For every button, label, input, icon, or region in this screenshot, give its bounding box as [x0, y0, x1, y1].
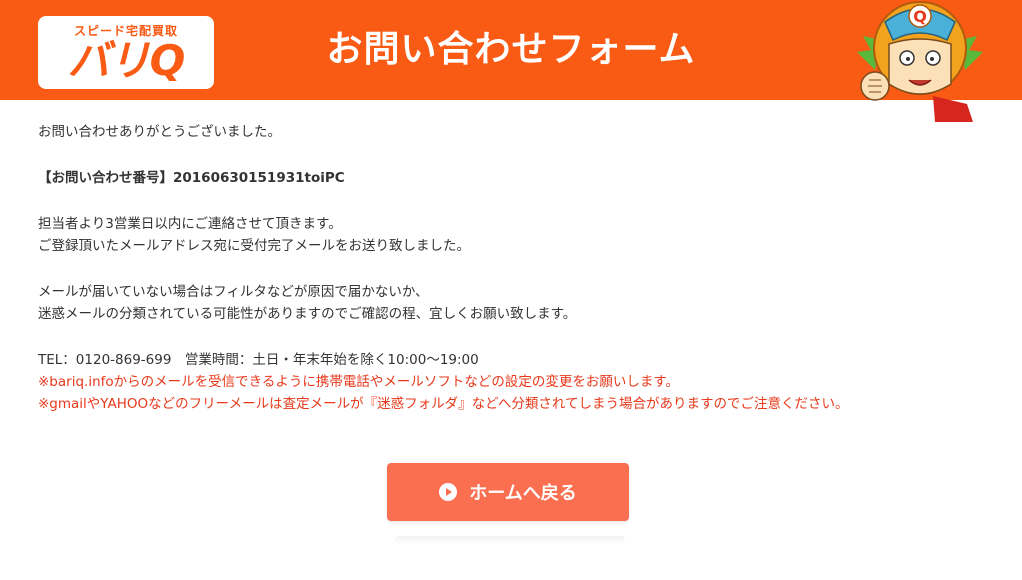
no-mail-line: メールが届いていない場合はフィルタなどが原因で届かないか、 — [38, 284, 429, 300]
contact-line: ご登録頂いたメールアドレス宛に受付完了メールをお送り致しました。 — [38, 238, 470, 254]
contact-line: 担当者より3営業日以内にご連絡させて頂きます。 — [38, 216, 342, 232]
note-line: ※bariq.infoからのメールを受信できるように携帯電話やメールソフトなどの… — [38, 374, 680, 390]
mascot-character-icon: Q — [857, 1, 983, 122]
thanks-message: お問い合わせありがとうございました。 — [38, 124, 281, 140]
message-content: お問い合わせありがとうございました。 【お問い合わせ番号】20160630151… — [38, 121, 998, 415]
home-button-label: ホームへ戻る — [469, 483, 577, 504]
no-mail-line: 迷惑メールの分類されている可能性がありますのでご確認の程、宜しくお願い致します。 — [38, 306, 577, 322]
inquiry-number: 【お問い合わせ番号】20160630151931toiPC — [38, 170, 345, 186]
tel-hours: TEL：0120-869-699 営業時間：土日・年末年始を除く10:00〜19… — [38, 352, 479, 368]
button-shadow — [395, 536, 625, 544]
mascot-badge-letter: Q — [913, 7, 927, 26]
note-line: ※gmailやYAHOOなどのフリーメールは査定メールが『迷惑フォルダ』などへ分… — [38, 396, 849, 412]
header-bar: スピード宅配買取 バリQ お問い合わせフォーム Q — [0, 0, 1022, 122]
home-button[interactable]: ホームへ戻る — [387, 463, 629, 521]
play-circle-icon — [439, 483, 458, 501]
